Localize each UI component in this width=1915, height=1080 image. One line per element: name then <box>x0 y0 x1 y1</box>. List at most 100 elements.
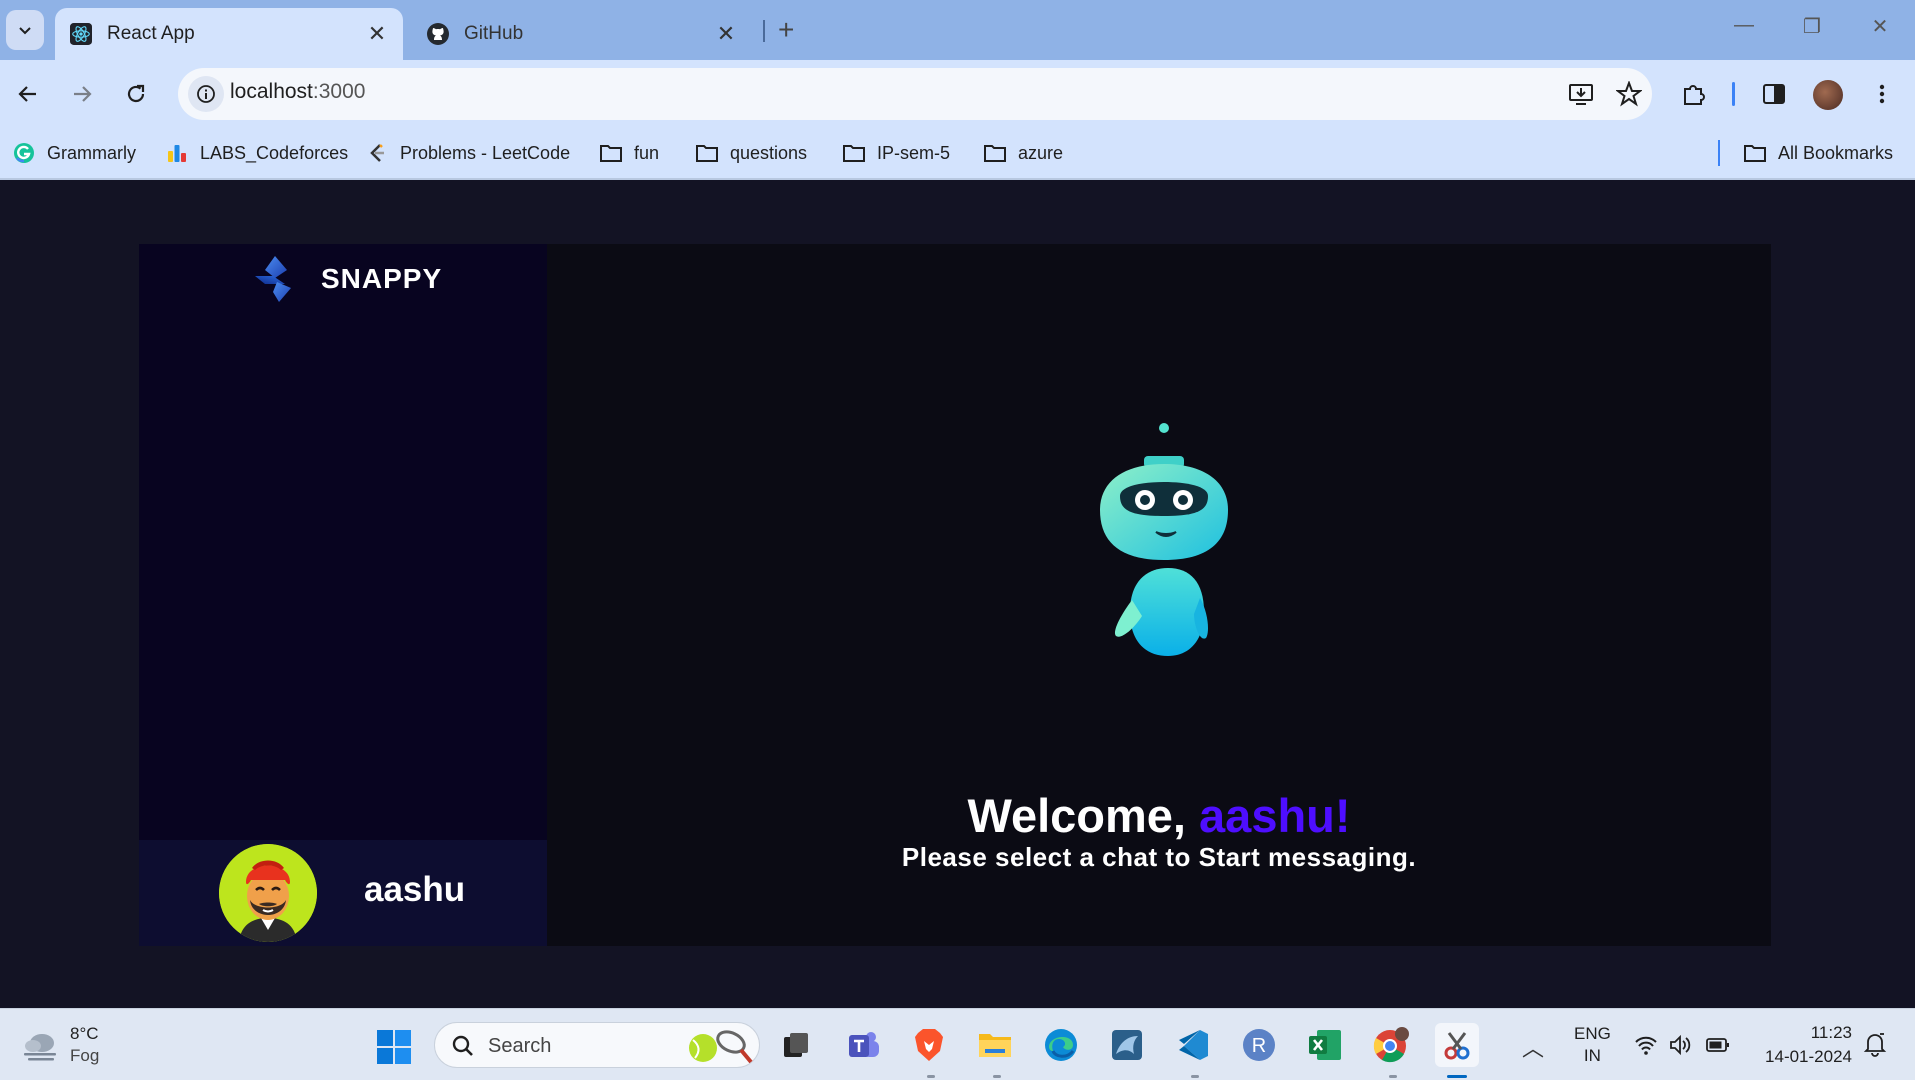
more-vert-icon <box>1879 84 1885 104</box>
search-placeholder: Search <box>488 1035 552 1057</box>
side-panel-button[interactable] <box>1754 74 1794 114</box>
notification-bell-icon[interactable] <box>1862 1031 1888 1057</box>
vscode-running-indicator <box>1191 1075 1199 1078</box>
profile-avatar[interactable] <box>1813 80 1843 110</box>
tab-github[interactable]: GitHub ✕ <box>412 8 752 60</box>
folder-icon <box>979 1034 1011 1057</box>
url-host: localhost <box>230 80 313 103</box>
codeforces-icon <box>165 141 189 165</box>
edge-button[interactable] <box>1039 1023 1083 1067</box>
teams-icon <box>849 1032 879 1057</box>
taskbar-search[interactable]: Search <box>434 1022 760 1068</box>
bookmark-star-icon[interactable] <box>1615 80 1643 108</box>
minimize-icon[interactable]: — <box>1724 14 1764 37</box>
chrome-icon <box>1373 1027 1409 1063</box>
new-tab-button[interactable]: + <box>778 14 794 46</box>
bookmark-codeforces[interactable]: LABS_Codeforces <box>165 138 348 168</box>
puzzle-icon <box>1684 85 1705 105</box>
chevron-down-icon <box>19 27 31 35</box>
chrome-button[interactable] <box>1369 1023 1413 1067</box>
close-tab-icon[interactable]: ✕ <box>714 21 738 47</box>
bookmark-grammarly[interactable]: Grammarly <box>12 138 136 168</box>
task-view-button[interactable] <box>774 1023 818 1067</box>
teams-button[interactable] <box>841 1023 885 1067</box>
brave-button[interactable] <box>907 1023 951 1067</box>
close-tab-icon[interactable]: ✕ <box>365 21 389 47</box>
r-icon: R <box>1243 1029 1275 1061</box>
side-panel-icon <box>1763 84 1785 104</box>
brand: SNAPPY <box>251 254 442 304</box>
github-icon <box>426 22 450 46</box>
contacts-panel: SNAPPY aashu <box>139 244 547 946</box>
install-app-icon[interactable] <box>1567 80 1595 108</box>
weather-condition: Fog <box>70 1046 100 1065</box>
avatar-illustration <box>219 844 317 942</box>
volume-icon[interactable] <box>1668 1033 1692 1057</box>
back-button[interactable] <box>8 74 48 114</box>
bookmarks-bar: Grammarly LABS_Codeforces Problems - Lee… <box>0 128 1915 180</box>
fog-icon <box>24 1034 56 1061</box>
folder-icon <box>842 141 866 165</box>
file-explorer-button[interactable] <box>973 1023 1017 1067</box>
tennis-icon <box>689 1030 753 1064</box>
bookmark-folder-azure[interactable]: azure <box>983 138 1063 168</box>
search-icon <box>452 1035 473 1056</box>
bookmark-folder-ip-sem-5[interactable]: IP-sem-5 <box>842 138 950 168</box>
welcome-prefix: Welcome, <box>967 789 1200 842</box>
all-bookmarks-button[interactable]: All Bookmarks <box>1743 138 1893 168</box>
browser-toolbar: localhost:3000 <box>0 60 1915 128</box>
bookmark-leetcode[interactable]: Problems - LeetCode <box>365 138 570 168</box>
tab-separator <box>763 20 765 42</box>
bookmark-label: Grammarly <box>47 142 136 163</box>
site-info-icon[interactable] <box>188 76 224 112</box>
language-indicator[interactable]: ENG IN <box>1574 1023 1611 1067</box>
clock-time: 11:23 <box>1810 1023 1852 1042</box>
reload-button[interactable] <box>116 74 156 114</box>
extensions-button[interactable] <box>1674 74 1714 114</box>
edge-icon <box>1045 1029 1077 1061</box>
excel-button[interactable] <box>1303 1023 1347 1067</box>
folder-icon <box>695 141 719 165</box>
task-view-icon <box>784 1033 808 1057</box>
r-button[interactable]: R <box>1237 1023 1281 1067</box>
url-port: :3000 <box>312 80 366 103</box>
welcome-panel: Welcome, aashu! Please select a chat to … <box>547 244 1771 946</box>
chrome-running-indicator <box>1389 1075 1397 1078</box>
svg-text:R: R <box>1252 1035 1266 1057</box>
address-bar[interactable]: localhost:3000 <box>178 68 1652 120</box>
leetcode-icon <box>365 141 389 165</box>
weather-widget[interactable]: 8°C Fog <box>20 1023 99 1067</box>
system-clock[interactable]: 11:23 14-01-2024 <box>1756 1021 1852 1069</box>
vscode-button[interactable] <box>1171 1023 1215 1067</box>
react-icon <box>69 22 93 46</box>
grammarly-icon <box>12 141 36 165</box>
robot-illustration <box>1100 423 1228 656</box>
wifi-icon[interactable] <box>1634 1033 1658 1057</box>
welcome-subtitle: Please select a chat to Start messaging. <box>901 842 1417 872</box>
folder-icon <box>599 141 623 165</box>
brand-name: SNAPPY <box>321 263 443 294</box>
mysql-workbench-button[interactable] <box>1105 1023 1149 1067</box>
bookmark-folder-questions[interactable]: questions <box>695 138 807 168</box>
language-line2: IN <box>1583 1046 1601 1065</box>
bookmark-folder-fun[interactable]: fun <box>599 138 659 168</box>
brave-icon <box>915 1029 943 1061</box>
restore-icon[interactable]: ❐ <box>1792 14 1832 39</box>
window-close-icon[interactable]: ✕ <box>1860 14 1900 39</box>
forward-button[interactable] <box>62 74 102 114</box>
chat-container: SNAPPY aashu Welcome, aashu! Please sele… <box>139 244 1771 946</box>
bookmark-label: IP-sem-5 <box>877 142 951 163</box>
user-avatar <box>219 844 317 942</box>
show-hidden-icons-chevron[interactable]: ︿ <box>1522 1031 1544 1063</box>
bookmark-label: All Bookmarks <box>1778 142 1894 163</box>
browser-menu-button[interactable] <box>1862 74 1902 114</box>
tab-search-button[interactable] <box>6 10 44 50</box>
tab-react-app[interactable]: React App ✕ <box>55 8 403 60</box>
url-text: localhost:3000 <box>230 80 365 104</box>
snipping-tool-button[interactable] <box>1435 1023 1479 1067</box>
toolbar-separator <box>1732 82 1735 106</box>
battery-icon[interactable] <box>1706 1033 1730 1057</box>
vscode-icon <box>1179 1030 1208 1060</box>
windows-start-icon[interactable] <box>376 1029 412 1065</box>
tab-strip: React App ✕ GitHub ✕ + — ❐ ✕ <box>0 0 1915 60</box>
